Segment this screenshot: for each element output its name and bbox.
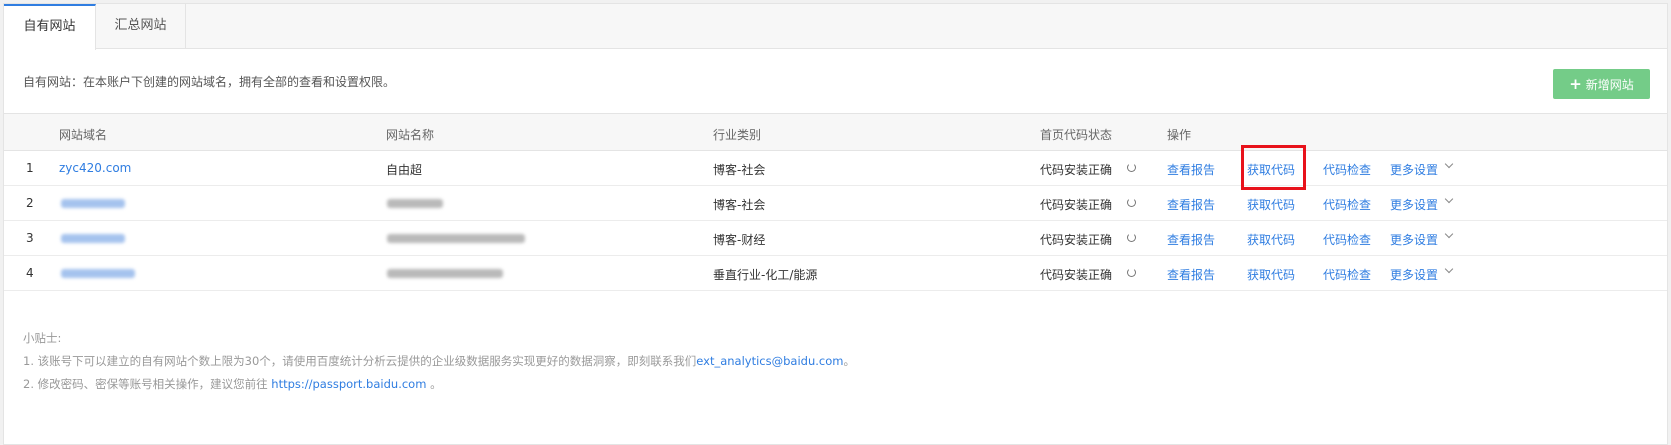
tips-line-2-text: 2. 修改密码、密保等账号相关操作，建议您前往 [23, 377, 272, 391]
view-report-link[interactable]: 查看报告 [1167, 266, 1215, 283]
refresh-icon[interactable] [1127, 163, 1136, 172]
tips-line-1: 1. 该账号下可以建立的自有网站个数上限为30个，请使用百度统计分析云提供的企业… [23, 353, 855, 369]
row-index: 2 [26, 196, 34, 210]
check-code-link[interactable]: 代码检查 [1323, 196, 1371, 213]
view-report-link[interactable]: 查看报告 [1167, 231, 1215, 248]
get-code-link[interactable]: 获取代码 [1247, 231, 1295, 248]
more-settings-link[interactable]: 更多设置 [1390, 231, 1438, 248]
table-row: 2 博客-社会 代码安装正确 查看报告 获取代码 代码检查 更多设置 [4, 186, 1667, 221]
refresh-icon[interactable] [1127, 233, 1136, 242]
header-site-name: 网站名称 [386, 128, 435, 142]
get-code-link[interactable]: 获取代码 [1247, 266, 1295, 283]
header-industry: 行业类别 [713, 128, 762, 142]
get-code-link[interactable]: 获取代码 [1247, 161, 1295, 178]
redacted-domain [61, 199, 125, 208]
row-index: 1 [26, 161, 34, 175]
get-code-link[interactable]: 获取代码 [1247, 196, 1295, 213]
site-domain-link[interactable]: zyc420.com [59, 161, 131, 175]
header-actions: 操作 [1167, 128, 1192, 142]
redacted-domain [61, 269, 135, 278]
site-industry: 垂直行业-化工/能源 [713, 268, 818, 282]
contact-email-link[interactable]: ext_analytics@baidu.com [696, 354, 843, 368]
header-code-status: 首页代码状态 [1040, 128, 1113, 142]
add-site-button[interactable]: + 新增网站 [1553, 69, 1650, 99]
check-code-link[interactable]: 代码检查 [1323, 231, 1371, 248]
tips-line-1-text: 1. 该账号下可以建立的自有网站个数上限为30个，请使用百度统计分析云提供的企业… [23, 354, 697, 368]
tab-bar: 自有网站 汇总网站 [4, 4, 1667, 50]
code-status: 代码安装正确 [1040, 198, 1113, 212]
header-domain: 网站域名 [59, 128, 108, 142]
site-name: 自由超 [386, 163, 423, 177]
tips-line-1-end: 。 [843, 354, 855, 368]
chevron-down-icon[interactable] [1444, 194, 1454, 204]
site-industry: 博客-社会 [713, 198, 766, 212]
chevron-down-icon[interactable] [1444, 159, 1454, 169]
check-code-link[interactable]: 代码检查 [1323, 266, 1371, 283]
more-settings-link[interactable]: 更多设置 [1390, 196, 1438, 213]
passport-link[interactable]: https://passport.baidu.com [271, 377, 426, 391]
redacted-site-name [387, 234, 525, 243]
tips-title: 小贴士: [23, 331, 62, 345]
tab-summary-sites[interactable]: 汇总网站 [96, 4, 186, 49]
redacted-site-name [387, 199, 443, 208]
code-status: 代码安装正确 [1040, 268, 1113, 282]
row-index: 4 [26, 266, 34, 280]
plus-icon: + [1569, 75, 1582, 93]
site-industry: 博客-社会 [713, 163, 766, 177]
table-row: 1 zyc420.com 自由超 博客-社会 代码安装正确 查看报告 获取代码 … [4, 151, 1667, 186]
view-report-link[interactable]: 查看报告 [1167, 161, 1215, 178]
tips-line-2-end: 。 [426, 377, 442, 391]
refresh-icon[interactable] [1127, 198, 1136, 207]
more-settings-link[interactable]: 更多设置 [1390, 161, 1438, 178]
table-row: 4 垂直行业-化工/能源 代码安装正确 查看报告 获取代码 代码检查 更多设置 [4, 256, 1667, 291]
redacted-site-name [387, 269, 503, 278]
more-settings-link[interactable]: 更多设置 [1390, 266, 1438, 283]
table-row: 3 博客-财经 代码安装正确 查看报告 获取代码 代码检查 更多设置 [4, 221, 1667, 256]
code-status: 代码安装正确 [1040, 233, 1113, 247]
tips-line-2: 2. 修改密码、密保等账号相关操作，建议您前往 https://passport… [23, 376, 442, 392]
own-sites-description: 自有网站：在本账户下创建的网站域名，拥有全部的查看和设置权限。 [23, 75, 396, 89]
chevron-down-icon[interactable] [1444, 229, 1454, 239]
redacted-domain [61, 234, 125, 243]
site-management-panel: 自有网站 汇总网站 自有网站：在本账户下创建的网站域名，拥有全部的查看和设置权限… [3, 3, 1668, 445]
view-report-link[interactable]: 查看报告 [1167, 196, 1215, 213]
add-site-label: 新增网站 [1585, 78, 1634, 92]
check-code-link[interactable]: 代码检查 [1323, 161, 1371, 178]
site-industry: 博客-财经 [713, 233, 766, 247]
refresh-icon[interactable] [1127, 268, 1136, 277]
chevron-down-icon[interactable] [1444, 264, 1454, 274]
code-status: 代码安装正确 [1040, 163, 1113, 177]
row-index: 3 [26, 231, 34, 245]
tab-own-sites[interactable]: 自有网站 [4, 4, 96, 50]
table-header: 网站域名 网站名称 行业类别 首页代码状态 操作 [4, 113, 1667, 151]
